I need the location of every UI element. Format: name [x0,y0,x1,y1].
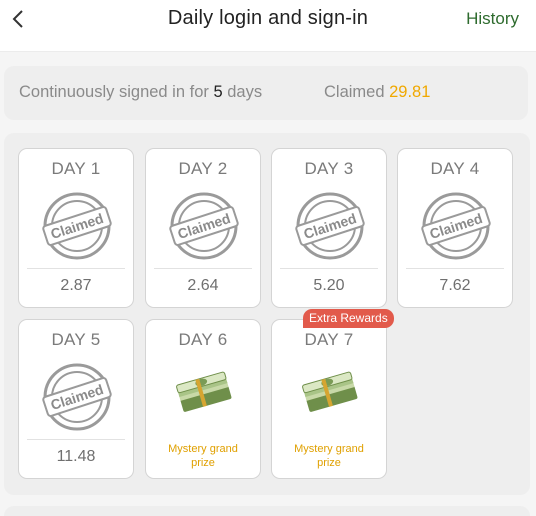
day-label: DAY 4 [430,159,480,178]
day-label: DAY 1 [51,159,101,178]
day-card-1[interactable]: DAY 1 Claimed 2.87 [18,148,134,308]
history-link[interactable]: History [466,9,519,29]
day-amount: 2.64 [187,277,219,294]
day-cards-panel: DAY 1 Claimed 2.87 DAY 2 Claimed 2.64 DA… [4,133,530,495]
day-card-2[interactable]: DAY 2 Claimed 2.64 [145,148,261,308]
day-amount: 11.48 [56,448,96,465]
signin-summary: Continuously signed in for 5 days Claime… [4,66,528,120]
day-card-5[interactable]: DAY 5 Claimed 11.48 [18,319,134,479]
extra-rewards-badge: Extra Rewards [303,309,394,328]
page-title: Daily login and sign-in [167,7,369,29]
money-stack-icon [171,370,237,414]
day-amount: 2.87 [60,277,92,294]
claimed-total: Claimed 29.81 [324,83,430,102]
prize-text: Mystery grand prize [150,442,256,470]
streak-suffix: days [227,83,263,101]
prize-text-line1: Mystery grand [168,443,238,455]
card-divider [27,268,125,269]
day-card-4[interactable]: DAY 4 Claimed 7.62 [397,148,513,308]
card-divider [406,268,504,269]
claimed-stamp-icon: Claimed [295,191,365,261]
day-label: DAY 2 [178,159,228,178]
money-stack-icon [297,370,363,414]
prize-text-line2: prize [317,457,341,469]
day-amount: 7.62 [439,277,471,294]
day-label: DAY 5 [51,330,101,349]
day-label: DAY 7 [304,330,354,349]
day-label: DAY 6 [178,330,228,349]
card-divider [154,268,252,269]
next-section-edge [4,506,530,516]
streak-text: Continuously signed in for 5 days [19,83,262,102]
claimed-stamp-icon: Claimed [421,191,491,261]
day-card-3[interactable]: DAY 3 Claimed 5.20 [271,148,387,308]
card-divider [280,268,378,269]
card-divider [27,439,125,440]
claimed-label: Claimed [324,83,385,101]
claimed-stamp-icon: Claimed [42,362,112,432]
claimed-amount: 29.81 [389,83,431,101]
day-amount: 5.20 [313,277,345,294]
header-bar: Daily login and sign-in History [0,0,536,52]
prize-text-line1: Mystery grand [294,443,364,455]
prize-text: Mystery grand prize [276,442,382,470]
prize-text-line2: prize [191,457,215,469]
day-card-6[interactable]: DAY 6 Mystery grand prize [145,319,261,479]
claimed-stamp-icon: Claimed [42,191,112,261]
streak-days: 5 [213,83,223,101]
day-label: DAY 3 [304,159,354,178]
streak-prefix: Continuously signed in for [19,83,209,101]
day-card-7[interactable]: DAY 7 Mystery grand prize [271,319,387,479]
claimed-stamp-icon: Claimed [169,191,239,261]
